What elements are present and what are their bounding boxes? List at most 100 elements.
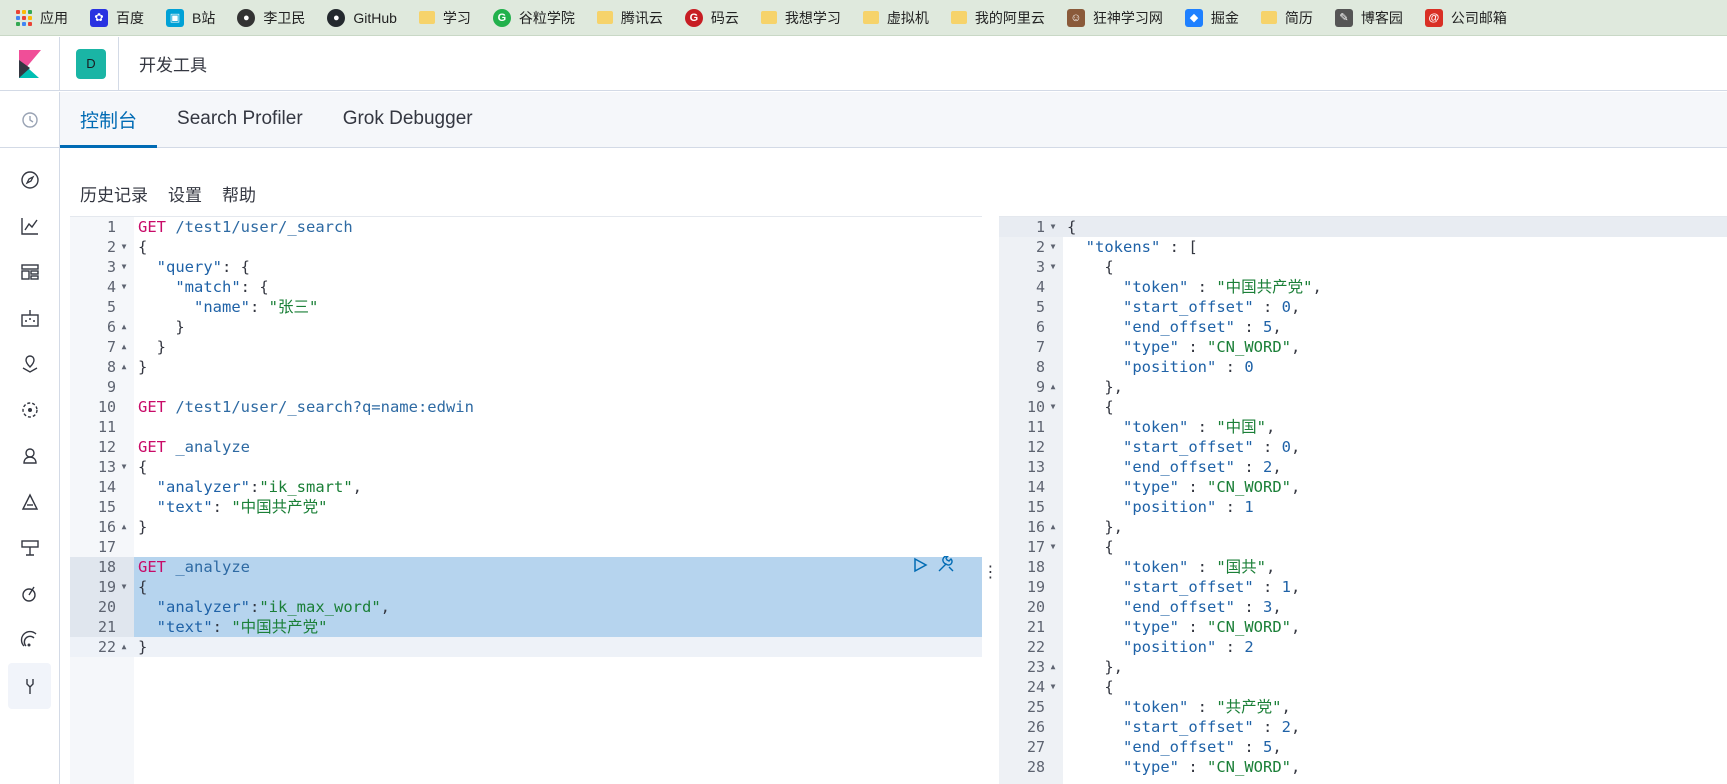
canvas-icon[interactable] xyxy=(0,295,59,341)
code-line[interactable]: 8 ▲} xyxy=(70,357,982,377)
fold-down-icon[interactable]: ▼ xyxy=(118,277,130,297)
kibana-logo-icon[interactable] xyxy=(0,36,60,91)
code-line[interactable]: 20 "analyzer":"ik_max_word", xyxy=(70,597,982,617)
code-line[interactable]: 2 ▼ { xyxy=(70,237,982,257)
code-line[interactable]: 5 "name": "张三" xyxy=(70,297,982,317)
bookmark-item[interactable]: 我的阿里云 xyxy=(950,8,1045,28)
history-link[interactable]: 历史记录 xyxy=(80,181,148,206)
visualize-chart-icon[interactable] xyxy=(0,203,59,249)
line-number: 28 xyxy=(1026,758,1045,776)
dev-tools-wrench-icon[interactable] xyxy=(8,663,51,709)
space-avatar[interactable]: D xyxy=(76,48,106,79)
bookmark-item[interactable]: 简历 xyxy=(1260,8,1313,28)
code-line[interactable]: 21 "text": "中国共产党" xyxy=(70,617,982,637)
apps-icon xyxy=(16,9,32,26)
fold-down-icon[interactable]: ▼ xyxy=(118,257,130,277)
code-line[interactable]: 12 GET _analyze xyxy=(70,437,982,457)
code-text: { xyxy=(138,237,147,257)
fold-up-icon[interactable]: ▲ xyxy=(1047,657,1059,677)
fold-up-icon[interactable]: ▲ xyxy=(118,637,130,657)
tab-console[interactable]: 控制台 xyxy=(60,91,158,148)
fold-down-icon[interactable]: ▼ xyxy=(118,237,130,257)
avatar-icon: ☺ xyxy=(1066,8,1085,27)
monitoring-icon[interactable] xyxy=(0,617,59,663)
code-line[interactable]: 4 ▼ "match": { xyxy=(70,277,982,297)
play-icon[interactable] xyxy=(912,557,928,578)
code-text: "analyzer":"ik_smart", xyxy=(138,477,362,497)
fold-down-icon[interactable]: ▼ xyxy=(1047,237,1059,257)
settings-link[interactable]: 设置 xyxy=(168,181,202,206)
code-line[interactable]: 16 ▲} xyxy=(70,517,982,537)
fold-up-icon[interactable]: ▲ xyxy=(118,517,130,537)
bookmark-item[interactable]: 腾讯云 xyxy=(596,8,663,28)
logs-icon[interactable] xyxy=(0,479,59,525)
bookmark-item[interactable]: G 谷粒学院 xyxy=(492,8,575,28)
pane-resizer-handle[interactable]: ⋮ xyxy=(982,216,999,784)
fold-up-icon[interactable]: ▲ xyxy=(1047,377,1059,397)
line-number: 14 xyxy=(97,478,116,496)
request-editor[interactable]: 1 GET /test1/user/_search 2 ▼{3 ▼ "query": {… xyxy=(70,216,982,784)
fold-down-icon[interactable]: ▼ xyxy=(1047,217,1059,237)
code-line[interactable]: 1 GET /test1/user/_search xyxy=(70,217,982,237)
fold-down-icon[interactable]: ▼ xyxy=(118,457,130,477)
tab-grok-debugger[interactable]: Grok Debugger xyxy=(323,91,493,147)
uptime-icon[interactable] xyxy=(0,525,59,571)
code-token: } xyxy=(138,638,148,656)
code-line[interactable]: 11 xyxy=(70,417,982,437)
bookmark-item[interactable]: 虚拟机 xyxy=(862,8,929,28)
recent-clock-icon[interactable] xyxy=(0,92,59,148)
code-token: }, xyxy=(1067,378,1123,396)
code-line[interactable]: 3 ▼ "query": { xyxy=(70,257,982,277)
code-line[interactable]: 9 xyxy=(70,377,982,397)
fold-up-icon[interactable]: ▲ xyxy=(118,317,130,337)
bookmark-item[interactable]: ✎ 博客园 xyxy=(1334,8,1403,28)
bookmark-item[interactable]: ☺ 狂神学习网 xyxy=(1066,8,1163,28)
bookmark-item[interactable]: ✿ 百度 xyxy=(90,8,144,28)
code-line[interactable]: 13 ▼ { xyxy=(70,457,982,477)
code-line[interactable]: 22 ▲} xyxy=(70,637,982,657)
siem-icon[interactable] xyxy=(0,433,59,479)
code-token: , xyxy=(1291,618,1301,636)
fold-down-icon[interactable]: ▼ xyxy=(1047,397,1059,417)
bookmark-item[interactable]: ▣ B站 xyxy=(166,8,215,28)
tab-search-profiler[interactable]: Search Profiler xyxy=(157,91,323,147)
dashboard-icon[interactable] xyxy=(0,249,59,295)
discover-compass-icon[interactable] xyxy=(0,157,59,203)
code-line[interactable]: 7 ▲ } xyxy=(70,337,982,357)
fold-down-icon[interactable]: ▼ xyxy=(1047,677,1059,697)
code-line[interactable]: 15 "text": "中国共产党" xyxy=(70,497,982,517)
code-token: , xyxy=(1291,298,1301,316)
code-line[interactable]: 14 "analyzer":"ik_smart", xyxy=(70,477,982,497)
bookmark-item[interactable]: ● 李卫民 xyxy=(237,8,305,28)
wrench-icon[interactable] xyxy=(936,554,956,579)
ml-icon[interactable] xyxy=(0,387,59,433)
bookmark-item[interactable]: 应用 xyxy=(16,8,68,28)
code-token: , xyxy=(1291,578,1301,596)
bookmark-item[interactable]: G 码云 xyxy=(684,8,739,28)
code-line[interactable]: 10 GET /test1/user/_search?q=name:edwin xyxy=(70,397,982,417)
apm-icon[interactable] xyxy=(0,571,59,617)
code-line[interactable]: 17 xyxy=(70,537,982,557)
fold-up-icon[interactable]: ▲ xyxy=(1047,517,1059,537)
code-line[interactable]: 19 ▼ { xyxy=(70,577,982,597)
code-line[interactable]: 6 ▲ } xyxy=(70,317,982,337)
folder-icon xyxy=(950,11,967,24)
help-link[interactable]: 帮助 xyxy=(222,181,256,206)
bookmark-item[interactable]: 学习 xyxy=(418,8,471,28)
fold-down-icon[interactable]: ▼ xyxy=(1047,257,1059,277)
bookmark-item[interactable]: ◆ 掘金 xyxy=(1184,8,1239,28)
fold-up-icon[interactable]: ▲ xyxy=(118,357,130,377)
code-token: } xyxy=(138,318,185,336)
code-token: , xyxy=(1291,338,1301,356)
maps-icon[interactable] xyxy=(0,341,59,387)
bookmark-item[interactable]: @ 公司邮箱 xyxy=(1424,8,1507,28)
code-line[interactable]: 18 GET _analyze xyxy=(70,554,982,579)
fold-down-icon[interactable]: ▼ xyxy=(118,577,130,597)
bookmark-item[interactable]: 我想学习 xyxy=(760,8,841,28)
bookmark-item[interactable]: ● GitHub xyxy=(327,8,397,27)
fold-down-icon[interactable]: ▼ xyxy=(1047,537,1059,557)
fold-up-icon[interactable]: ▲ xyxy=(118,337,130,357)
code-token: "end_offset" xyxy=(1123,598,1235,616)
